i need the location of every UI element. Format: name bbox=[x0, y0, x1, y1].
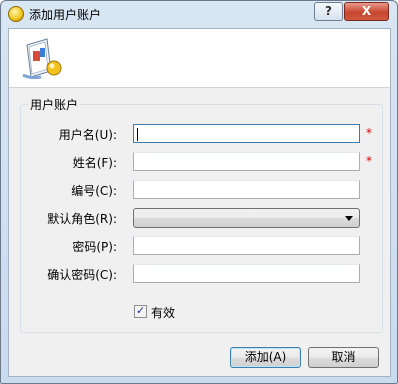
cancel-button[interactable]: 取消 bbox=[308, 347, 379, 368]
group-title: 用户账户 bbox=[28, 96, 81, 113]
code-label: 编号(C): bbox=[71, 184, 117, 198]
header-banner bbox=[9, 29, 390, 88]
fullname-label: 姓名(F): bbox=[72, 156, 117, 170]
user-account-icon bbox=[22, 38, 62, 80]
active-checkbox-label[interactable]: 有效 bbox=[151, 304, 175, 321]
username-input[interactable] bbox=[133, 124, 360, 143]
check-mark-icon: ✓ bbox=[136, 304, 146, 317]
default-role-label: 默认角色(R): bbox=[47, 212, 117, 226]
fullname-input[interactable] bbox=[133, 152, 360, 171]
help-button[interactable]: ? bbox=[314, 2, 343, 21]
default-role-select[interactable] bbox=[133, 208, 360, 228]
code-input[interactable] bbox=[133, 180, 360, 199]
close-button[interactable]: X bbox=[344, 2, 389, 21]
active-checkbox[interactable]: ✓ bbox=[134, 304, 147, 318]
add-button[interactable]: 添加(A) bbox=[230, 347, 301, 368]
window-title: 添加用户账户 bbox=[29, 8, 102, 22]
required-marker: * bbox=[366, 154, 372, 168]
title-bar[interactable]: 添加用户账户 ? X bbox=[1, 1, 397, 28]
confirm-password-input[interactable] bbox=[133, 264, 360, 283]
dialog-window: 添加用户账户 ? X 用户账户 用户名(U): * 姓名(F): * 编号(C)… bbox=[0, 0, 398, 384]
text-caret bbox=[137, 128, 138, 141]
required-marker: * bbox=[366, 126, 372, 140]
username-label: 用户名(U): bbox=[58, 128, 117, 142]
chevron-down-icon bbox=[345, 216, 353, 221]
password-input[interactable] bbox=[133, 236, 360, 255]
password-label: 密码(P): bbox=[72, 240, 117, 254]
app-icon bbox=[8, 6, 24, 22]
dialog-body: 用户账户 用户名(U): * 姓名(F): * 编号(C): 默认角色(R): … bbox=[8, 28, 391, 377]
confirm-password-label: 确认密码(C): bbox=[47, 268, 117, 282]
